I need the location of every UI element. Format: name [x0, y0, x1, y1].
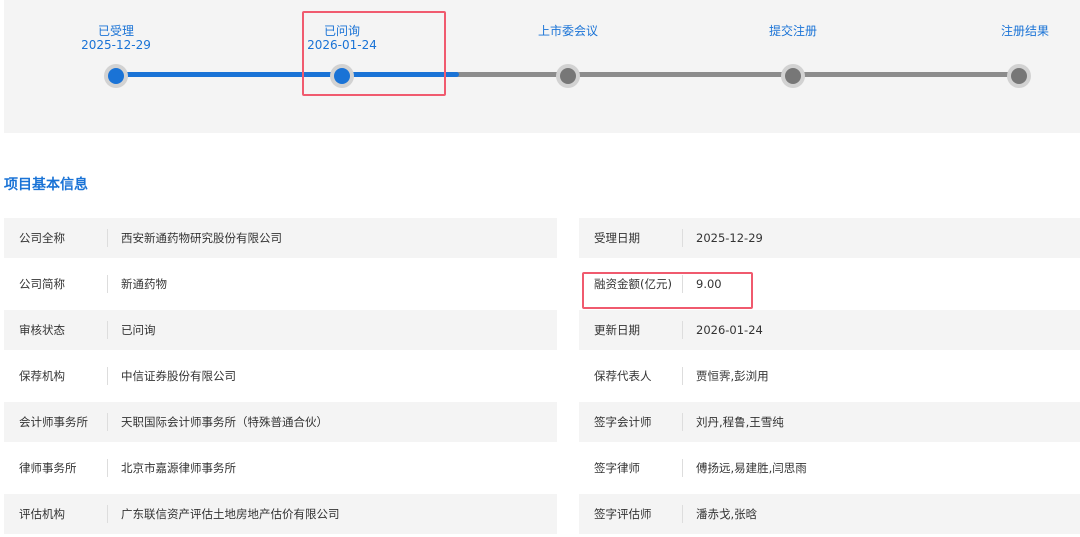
row-value: 天职国际会计师事务所（特殊普通合伙） [121, 415, 328, 429]
step-node-submit-registration[interactable] [781, 64, 805, 88]
step-dot [785, 68, 801, 84]
step-label-listing-committee: 上市委会议 [508, 24, 628, 38]
row-value: 已问询 [121, 323, 156, 337]
section-title: 项目基本信息 [4, 177, 88, 193]
row-divider [682, 367, 683, 385]
step-label-registration-result: 注册结果 [929, 24, 1049, 38]
step-name: 注册结果 [1000, 24, 1049, 38]
step-node-listing-committee[interactable] [556, 64, 580, 88]
highlight-box-inquired [302, 11, 446, 96]
step-name: 上市委会议 [537, 24, 598, 38]
row-value: 贾恒霁,彭浏用 [696, 369, 769, 383]
step-name: 已受理 [97, 24, 134, 38]
row-divider [107, 229, 108, 247]
step-node-registration-result[interactable] [1007, 64, 1031, 88]
row-divider [107, 459, 108, 477]
highlight-box-financing-amount [582, 272, 753, 309]
step-label-submit-registration: 提交注册 [733, 24, 853, 38]
row-value: 傅扬远,易建胜,闫思雨 [696, 461, 807, 475]
row-divider [682, 413, 683, 431]
info-row-appraisal-firm: 评估机构 广东联信资产评估土地房地产估价有限公司 [4, 494, 557, 534]
info-row-signing-lawyers: 签字律师 傅扬远,易建胜,闫思雨 [579, 448, 1080, 488]
row-value: 北京市嘉源律师事务所 [121, 461, 236, 475]
info-row-sponsor-representatives: 保荐代表人 贾恒霁,彭浏用 [579, 356, 1080, 396]
step-date: 2025-12-29 [81, 38, 151, 52]
row-label: 签字律师 [594, 461, 640, 475]
row-divider [682, 459, 683, 477]
row-label: 审核状态 [19, 323, 65, 337]
info-row-signing-accountants: 签字会计师 刘丹,程鲁,王雪纯 [579, 402, 1080, 442]
info-row-sponsor: 保荐机构 中信证券股份有限公司 [4, 356, 557, 396]
info-row-review-status: 审核状态 已问询 [4, 310, 557, 350]
row-divider [682, 505, 683, 523]
row-value: 广东联信资产评估土地房地产估价有限公司 [121, 507, 340, 521]
step-node-accepted[interactable] [104, 64, 128, 88]
row-label: 更新日期 [594, 323, 640, 337]
info-row-company-short-name: 公司简称 新通药物 [4, 264, 557, 304]
info-row-accept-date: 受理日期 2025-12-29 [579, 218, 1080, 258]
row-label: 保荐机构 [19, 369, 65, 383]
row-value: 2026-01-24 [696, 323, 763, 337]
row-label: 受理日期 [594, 231, 640, 245]
step-name: 提交注册 [768, 24, 817, 38]
row-value: 中信证券股份有限公司 [121, 369, 236, 383]
row-label: 公司全称 [19, 231, 65, 245]
row-label: 签字评估师 [594, 507, 652, 521]
row-label: 保荐代表人 [594, 369, 652, 383]
row-divider [682, 229, 683, 247]
step-label-accepted: 已受理 2025-12-29 [56, 24, 176, 52]
step-dot [560, 68, 576, 84]
step-dot [108, 68, 124, 84]
step-dot [1011, 68, 1027, 84]
row-divider [107, 275, 108, 293]
row-value: 潘赤戈,张晗 [696, 507, 758, 521]
row-value: 西安新通药物研究股份有限公司 [121, 231, 282, 245]
progress-timeline: 已受理 2025-12-29 已问询 2026-01-24 上市委会议 提交注册… [4, 0, 1080, 133]
row-label: 评估机构 [19, 507, 65, 521]
row-divider [107, 321, 108, 339]
row-value: 刘丹,程鲁,王雪纯 [696, 415, 784, 429]
row-label: 会计师事务所 [19, 415, 88, 429]
info-row-update-date: 更新日期 2026-01-24 [579, 310, 1080, 350]
row-value: 新通药物 [121, 277, 167, 291]
row-label: 签字会计师 [594, 415, 652, 429]
info-row-company-full-name: 公司全称 西安新通药物研究股份有限公司 [4, 218, 557, 258]
row-divider [682, 321, 683, 339]
row-divider [107, 367, 108, 385]
info-row-signing-appraisers: 签字评估师 潘赤戈,张晗 [579, 494, 1080, 534]
row-label: 公司简称 [19, 277, 65, 291]
info-row-accounting-firm: 会计师事务所 天职国际会计师事务所（特殊普通合伙） [4, 402, 557, 442]
row-divider [107, 505, 108, 523]
row-label: 律师事务所 [19, 461, 77, 475]
ipo-project-page: 已受理 2025-12-29 已问询 2026-01-24 上市委会议 提交注册… [0, 0, 1080, 537]
info-row-law-firm: 律师事务所 北京市嘉源律师事务所 [4, 448, 557, 488]
row-value: 2025-12-29 [696, 231, 763, 245]
row-divider [107, 413, 108, 431]
